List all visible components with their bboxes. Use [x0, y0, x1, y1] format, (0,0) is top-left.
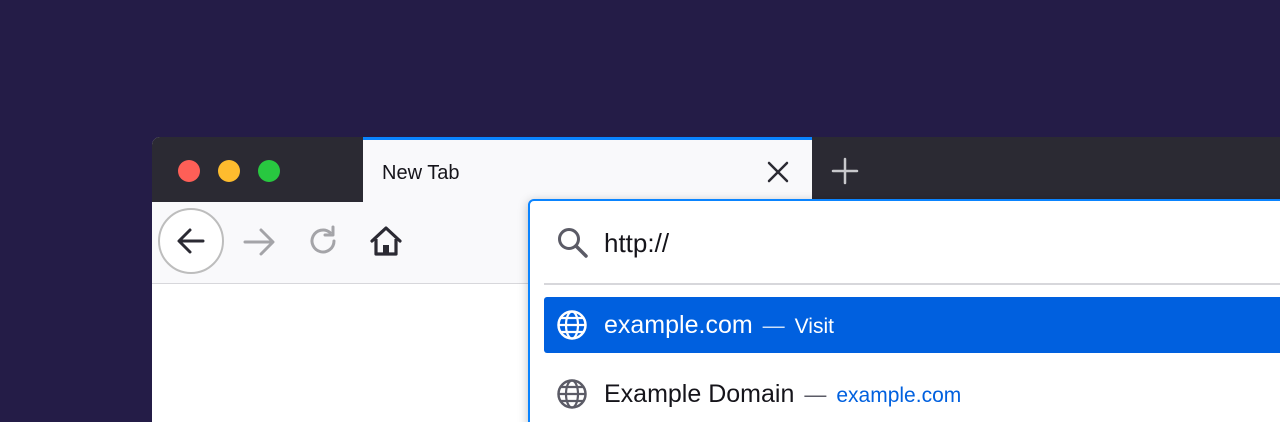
- result-title-text: example.com: [604, 311, 753, 339]
- arrow-left-icon: [177, 228, 205, 254]
- reload-icon: [310, 225, 336, 254]
- close-icon[interactable]: [766, 160, 790, 184]
- url-input[interactable]: [604, 225, 1204, 261]
- forward-button[interactable]: [239, 222, 279, 262]
- plus-icon[interactable]: [830, 156, 860, 186]
- home-button[interactable]: [366, 221, 406, 261]
- globe-icon: [556, 378, 588, 410]
- result-row-example-domain[interactable]: Example Domain — example.com: [544, 366, 1280, 422]
- result-title: Example Domain — example.com: [604, 380, 961, 409]
- tab-new-tab[interactable]: New Tab: [363, 137, 812, 202]
- minimize-window-button[interactable]: [218, 160, 240, 182]
- tab-title: New Tab: [382, 162, 460, 184]
- arrow-right-icon: [243, 228, 275, 256]
- result-row-example-com[interactable]: example.com — Visit: [544, 297, 1280, 353]
- result-separator: —: [762, 313, 785, 338]
- home-icon: [370, 226, 402, 256]
- result-title: example.com — Visit: [604, 311, 834, 340]
- result-separator: —: [804, 382, 827, 407]
- urlbar-popup: example.com—Visit Example Domain—example…: [528, 199, 1280, 422]
- result-title-text: Example Domain: [604, 380, 795, 408]
- results-divider: [544, 283, 1280, 285]
- search-icon: [556, 226, 590, 260]
- back-button[interactable]: [158, 208, 224, 274]
- close-window-button[interactable]: [178, 160, 200, 182]
- result-url: example.com: [836, 384, 962, 407]
- result-action: Visit: [794, 315, 834, 338]
- zoom-window-button[interactable]: [258, 160, 280, 182]
- globe-icon: [556, 309, 588, 341]
- desktop: New Tab http:// example.com — Visit Exam…: [0, 0, 1280, 422]
- title-bar: New Tab: [152, 137, 1280, 202]
- reload-button[interactable]: [304, 221, 344, 261]
